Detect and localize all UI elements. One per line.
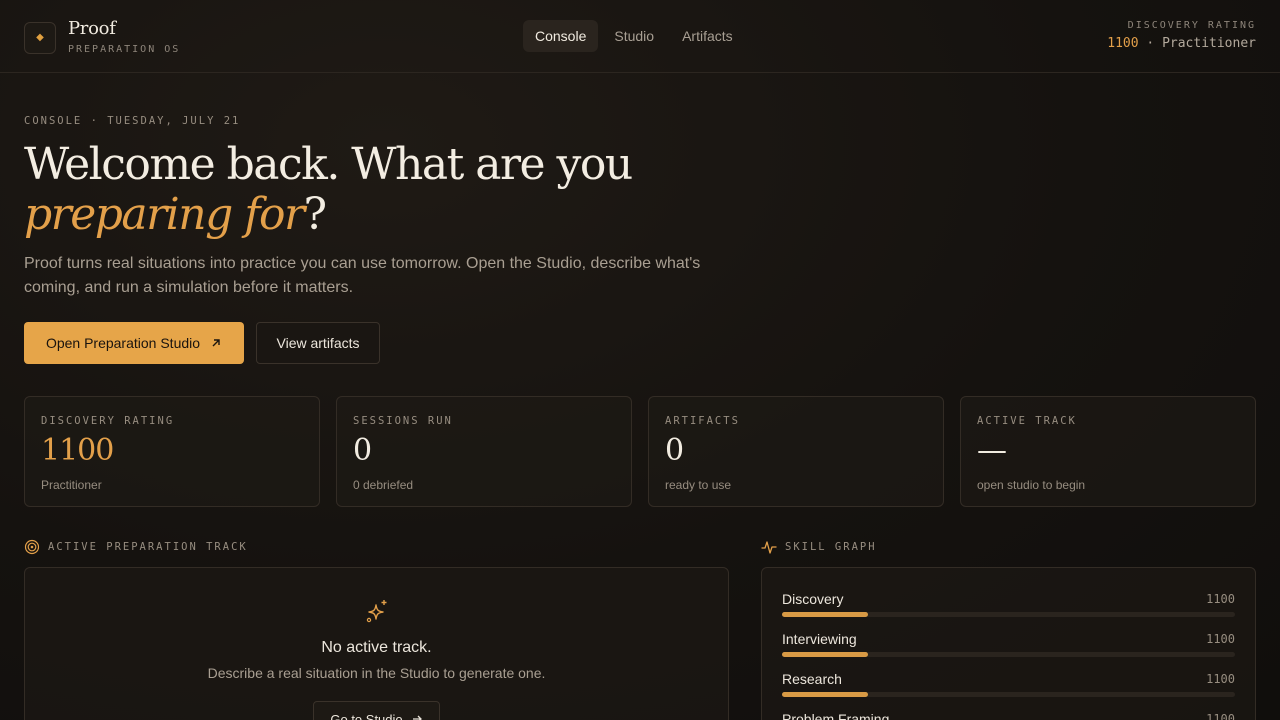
tab-console[interactable]: Console bbox=[523, 20, 599, 52]
page-title-line1: Welcome back. What are you bbox=[24, 139, 633, 190]
brand-subtitle: PREPARATION OS bbox=[68, 44, 181, 55]
skill-name: Research bbox=[782, 671, 842, 687]
stat-card-active-track: ACTIVE TRACK — open studio to begin bbox=[960, 396, 1256, 507]
skill-name: Problem Framing bbox=[782, 711, 890, 720]
header-rating-number: 1100 bbox=[1107, 36, 1139, 51]
empty-track-title: No active track. bbox=[321, 639, 432, 656]
skill-value: 1100 bbox=[1206, 632, 1235, 646]
stat-card-discovery-rating: DISCOVERY RATING 1100 Practitioner bbox=[24, 396, 320, 507]
header-rating: DISCOVERY RATING 1100 · Practitioner bbox=[1107, 20, 1256, 51]
skill-bar-track bbox=[782, 652, 1235, 657]
page-title-end: ? bbox=[303, 189, 328, 240]
track-section-title: ACTIVE PREPARATION TRACK bbox=[48, 541, 248, 553]
skill-section-header: SKILL GRAPH bbox=[761, 539, 877, 555]
page-title: Welcome back. What are you preparing for… bbox=[24, 140, 744, 240]
skill-row-research: Research 1100 bbox=[782, 670, 1235, 710]
stat-label: DISCOVERY RATING bbox=[41, 415, 175, 427]
skill-value: 1100 bbox=[1206, 672, 1235, 686]
stat-value: 1100 bbox=[41, 433, 114, 468]
tab-artifacts[interactable]: Artifacts bbox=[670, 20, 745, 52]
stat-value: — bbox=[977, 433, 1007, 468]
skill-value: 1100 bbox=[1206, 712, 1235, 720]
skill-bar-fill bbox=[782, 612, 869, 617]
open-studio-button[interactable]: Open Preparation Studio bbox=[24, 322, 244, 364]
stat-card-artifacts: ARTIFACTS 0 ready to use bbox=[648, 396, 944, 507]
go-to-studio-label: Go to Studio bbox=[330, 711, 403, 720]
skill-row-interviewing: Interviewing 1100 bbox=[782, 630, 1235, 670]
top-bar: ◆ Proof PREPARATION OS Console Studio Ar… bbox=[0, 0, 1280, 73]
header-rating-label: DISCOVERY RATING bbox=[1127, 20, 1256, 31]
header-rating-level: · Practitioner bbox=[1138, 36, 1256, 51]
skill-bar-fill bbox=[782, 652, 869, 657]
skill-bar-track bbox=[782, 692, 1235, 697]
brand[interactable]: ◆ Proof PREPARATION OS bbox=[24, 20, 180, 55]
skill-graph-panel: Discovery 1100 Interviewing 1100 Researc… bbox=[761, 567, 1256, 720]
skill-name: Interviewing bbox=[782, 631, 857, 647]
view-artifacts-button[interactable]: View artifacts bbox=[256, 322, 380, 364]
skill-row-problem-framing: Problem Framing 1100 bbox=[782, 710, 1235, 720]
header-rating-value: 1100 · Practitioner bbox=[1107, 36, 1256, 51]
stat-sub: 0 debriefed bbox=[353, 478, 414, 492]
page-description: Proof turns real situations into practic… bbox=[24, 255, 701, 296]
skill-section-title: SKILL GRAPH bbox=[785, 541, 877, 553]
open-studio-label: Open Preparation Studio bbox=[45, 335, 201, 351]
page-eyebrow: CONSOLE · TUESDAY, JULY 21 bbox=[24, 115, 241, 127]
skill-bar-track bbox=[782, 612, 1235, 617]
brand-name: Proof bbox=[68, 18, 116, 39]
track-section-header: ACTIVE PREPARATION TRACK bbox=[24, 539, 248, 555]
empty-track-description: Describe a real situation in the Studio … bbox=[207, 665, 546, 681]
diamond-logo-icon: ◆ bbox=[24, 21, 56, 54]
stat-sub: open studio to begin bbox=[977, 478, 1086, 492]
stat-sub: ready to use bbox=[665, 478, 732, 492]
stat-label: SESSIONS RUN bbox=[353, 415, 453, 427]
target-icon bbox=[24, 539, 40, 555]
stat-value: 0 bbox=[665, 433, 684, 468]
arrow-right-icon bbox=[412, 715, 422, 720]
main-nav: Console Studio Artifacts bbox=[523, 20, 745, 52]
arrow-up-right-icon bbox=[212, 339, 220, 347]
tab-studio[interactable]: Studio bbox=[602, 20, 666, 52]
sparkles-icon bbox=[366, 600, 386, 623]
skill-bar-fill bbox=[782, 692, 869, 697]
stat-card-sessions-run: SESSIONS RUN 0 0 debriefed bbox=[336, 396, 632, 507]
skill-value: 1100 bbox=[1206, 592, 1235, 606]
go-to-studio-button[interactable]: Go to Studio bbox=[313, 701, 440, 720]
stat-label: ARTIFACTS bbox=[665, 415, 740, 427]
stat-label: ACTIVE TRACK bbox=[977, 415, 1077, 427]
activity-pulse-icon bbox=[761, 541, 777, 554]
skill-name: Discovery bbox=[782, 591, 844, 607]
stat-sub: Practitioner bbox=[41, 478, 102, 492]
page-title-accent: preparing for bbox=[24, 189, 305, 240]
stat-value: 0 bbox=[353, 433, 372, 468]
skill-row-discovery: Discovery 1100 bbox=[782, 590, 1235, 630]
active-track-panel: No active track. Describe a real situati… bbox=[24, 567, 729, 720]
